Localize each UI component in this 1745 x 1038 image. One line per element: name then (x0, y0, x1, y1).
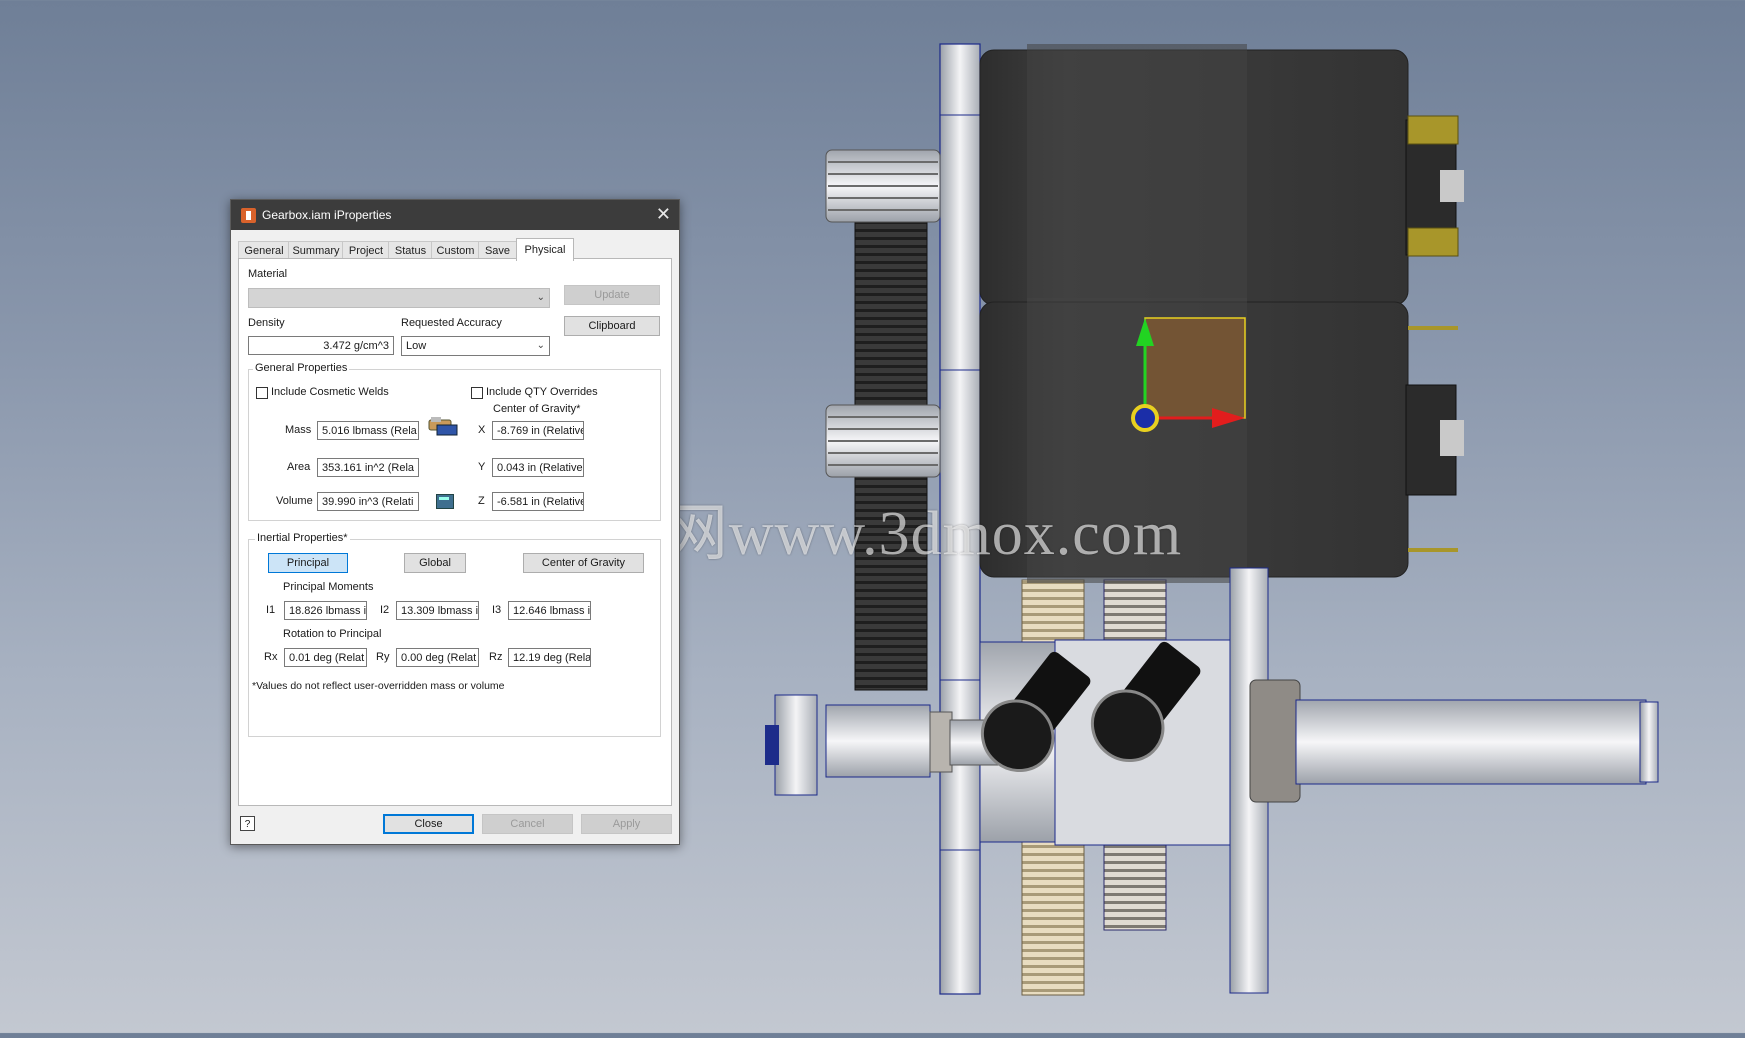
y-label: Y (478, 461, 486, 473)
material-label: Material (248, 268, 288, 280)
density-label: Density (248, 317, 285, 329)
physical-panel: Material ⌄ Update Clipboard Density 3.47… (238, 258, 672, 806)
z-label: Z (478, 495, 485, 507)
accuracy-label: Requested Accuracy (401, 317, 502, 329)
accuracy-value: Low (406, 340, 427, 352)
rz-field[interactable]: 12.19 deg (Rela (508, 648, 591, 667)
mass-field[interactable]: 5.016 lbmass (Rela (317, 421, 419, 440)
i3-field[interactable]: 12.646 lbmass i (508, 601, 591, 620)
area-label: Area (287, 461, 311, 473)
principal-button[interactable]: Principal (268, 553, 348, 573)
area-field[interactable]: 353.161 in^2 (Rela (317, 458, 419, 477)
apply-button[interactable]: Apply (581, 814, 672, 834)
qty-overrides-label: Include QTY Overrides (486, 386, 598, 398)
volume-field[interactable]: 39.990 in^3 (Relati (317, 492, 419, 511)
calculator-icon[interactable] (436, 494, 454, 509)
material-select[interactable]: ⌄ (248, 288, 550, 308)
rz-label: Rz (489, 651, 503, 663)
rx-label: Rx (264, 651, 278, 663)
values-note: *Values do not reflect user-overridden m… (252, 680, 505, 692)
cancel-button[interactable]: Cancel (482, 814, 573, 834)
general-properties-title: General Properties (253, 362, 350, 374)
cosmetic-welds-label: Include Cosmetic Welds (271, 386, 389, 398)
ry-field[interactable]: 0.00 deg (Relat (396, 648, 479, 667)
i2-field[interactable]: 13.309 lbmass i (396, 601, 479, 620)
general-properties-group: General Properties Include Cosmetic Weld… (248, 362, 661, 521)
cog-z-field[interactable]: -6.581 in (Relative (492, 492, 584, 511)
rotation-title: Rotation to Principal (283, 628, 382, 640)
accuracy-select[interactable]: Low ⌄ (401, 336, 550, 356)
x-label: X (478, 424, 486, 436)
close-button[interactable]: Close (383, 814, 474, 834)
qty-overrides-checkbox[interactable] (471, 387, 483, 399)
cosmetic-welds-checkbox[interactable] (256, 387, 268, 399)
close-icon[interactable]: ✕ (656, 204, 671, 225)
i3-label: I3 (492, 604, 502, 616)
inertial-properties-group: Inertial Properties* Principal Global Ce… (248, 532, 661, 737)
cog-title: Center of Gravity* (493, 403, 581, 415)
ry-label: Ry (376, 651, 390, 663)
dialog-title: Gearbox.iam iProperties (262, 208, 392, 222)
update-button[interactable]: Update (564, 285, 660, 305)
principal-moments-title: Principal Moments (283, 581, 374, 593)
help-icon[interactable]: ? (240, 816, 255, 831)
scale-icon[interactable] (427, 416, 458, 436)
center-of-gravity-button[interactable]: Center of Gravity (523, 553, 644, 573)
i2-label: I2 (380, 604, 390, 616)
tab-physical[interactable]: Physical (516, 238, 574, 261)
density-field[interactable]: 3.472 g/cm^3 (248, 336, 394, 355)
global-button[interactable]: Global (404, 553, 466, 573)
inertial-properties-title: Inertial Properties* (255, 532, 350, 544)
iproperties-dialog: Gearbox.iam iProperties ✕ General Summar… (230, 199, 680, 845)
cog-x-field[interactable]: -8.769 in (Relative (492, 421, 584, 440)
dialog-titlebar[interactable]: Gearbox.iam iProperties ✕ (231, 200, 679, 230)
volume-label: Volume (276, 495, 313, 507)
chevron-down-icon: ⌄ (536, 340, 545, 351)
cog-y-field[interactable]: 0.043 in (Relative E (492, 458, 584, 477)
inventor-app-icon (241, 208, 256, 223)
mass-label: Mass (285, 424, 312, 436)
i1-label: I1 (266, 604, 276, 616)
rx-field[interactable]: 0.01 deg (Relat (284, 648, 367, 667)
clipboard-button[interactable]: Clipboard (564, 316, 660, 336)
i1-field[interactable]: 18.826 lbmass i (284, 601, 367, 620)
chevron-down-icon: ⌄ (536, 292, 545, 303)
